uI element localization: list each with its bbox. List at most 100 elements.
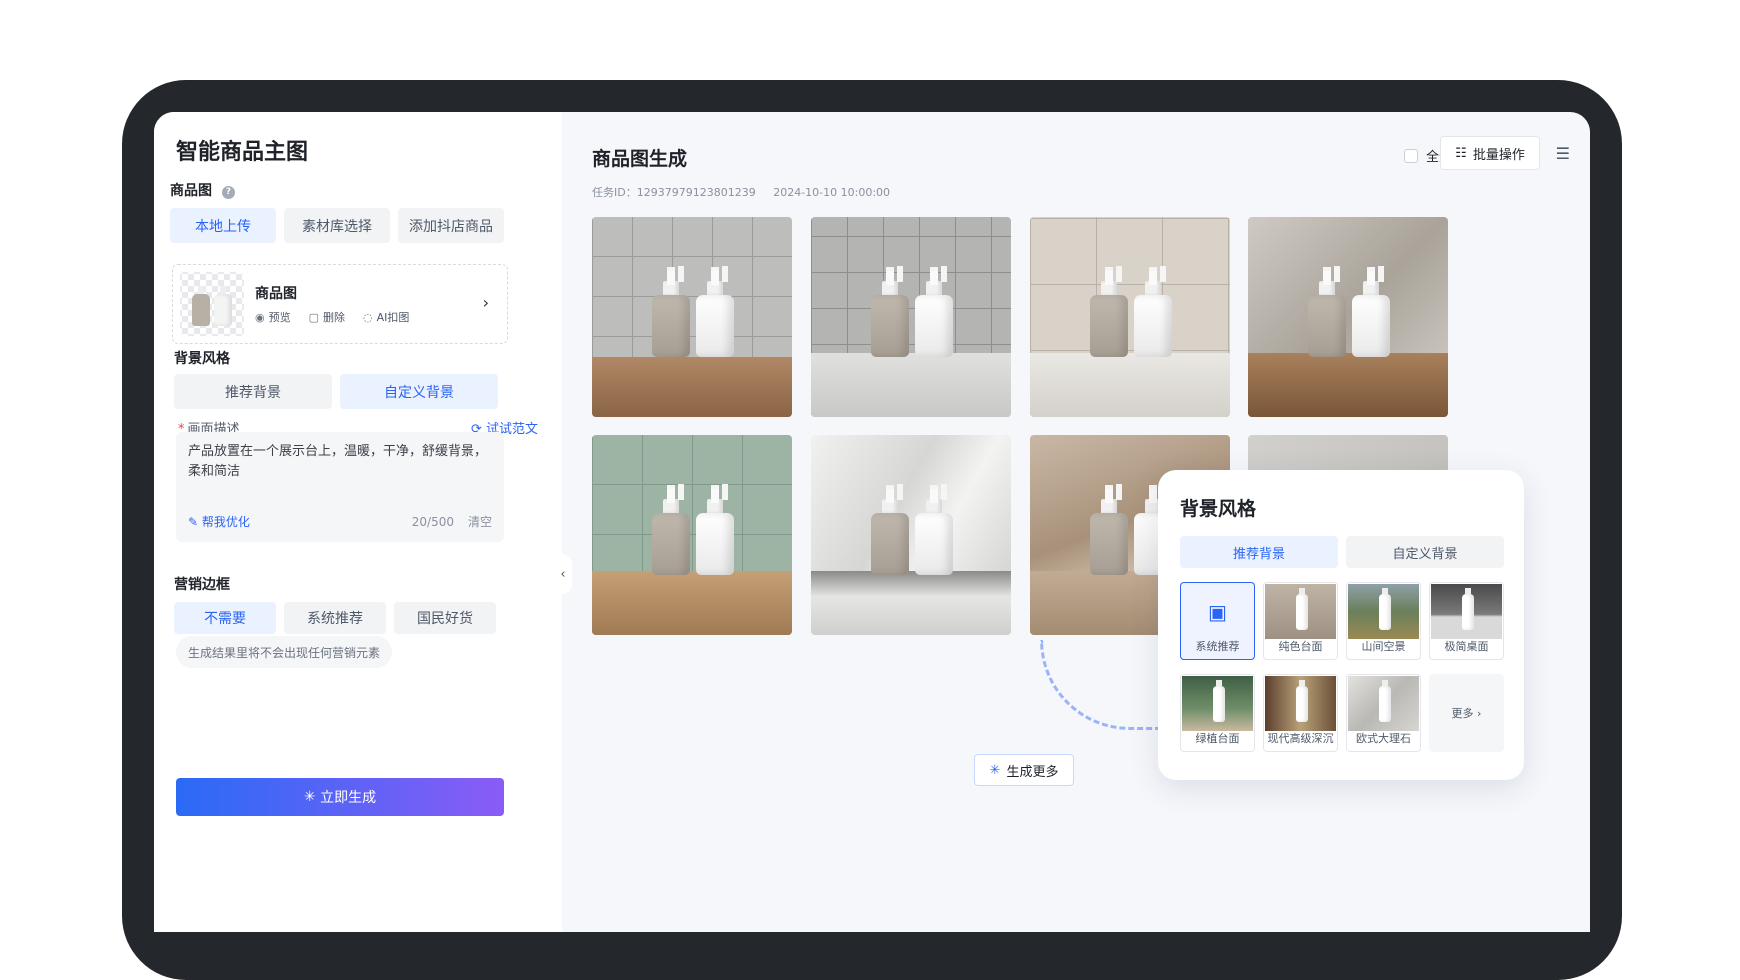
tab-recommended-bg[interactable]: 推荐背景 (174, 374, 332, 409)
bottle-white (696, 485, 734, 575)
sparkle-icon: ✳ (303, 789, 316, 805)
tab-local-upload[interactable]: 本地上传 (170, 208, 276, 243)
bottle-white (1134, 267, 1172, 357)
tile-counter (1248, 353, 1448, 417)
app-title: 智能商品主图 (176, 140, 309, 165)
delete-action[interactable]: ▢ 删除 (309, 309, 345, 325)
style-thumb (1348, 584, 1419, 639)
thumb-bottle (1296, 680, 1308, 722)
popup-tabs: 推荐背景 自定义背景 (1180, 536, 1504, 568)
result-image-5[interactable] (592, 435, 792, 635)
bottle-stone (1090, 267, 1128, 357)
tab-material-library[interactable]: 素材库选择 (284, 208, 390, 243)
left-panel: 智能商品主图 商品图? 本地上传 素材库选择 添加抖店商品 商品图 ◉ 预览 ▢ 删… (154, 112, 562, 932)
chevron-right-icon[interactable]: › (483, 293, 489, 312)
bottle-stone (871, 267, 909, 357)
ai-cutout-action[interactable]: ◌ AI扣图 (363, 309, 409, 325)
filter-icon[interactable]: ☰ (1556, 144, 1570, 163)
batch-operation-button[interactable]: ☷ 批量操作 (1440, 136, 1540, 170)
magic-wand-icon: ✎ (188, 515, 202, 529)
style-system-recommend[interactable]: ▣ 系统推荐 (1180, 582, 1255, 660)
result-image-3[interactable] (1030, 217, 1230, 417)
style-minimal-desk[interactable]: 极简桌面 (1429, 582, 1504, 660)
ai-image-icon: ▣ (1208, 599, 1227, 624)
list-icon: ☷ (1455, 145, 1467, 161)
popup-tab-recommended[interactable]: 推荐背景 (1180, 536, 1338, 568)
page-title: 商品图生成 (592, 148, 688, 170)
optimize-label: 帮我优化 (201, 515, 250, 529)
thumb-bottle (1379, 680, 1391, 722)
generate-more-label: 生成更多 (1006, 764, 1059, 780)
textarea-footer: ✎ 帮我优化 20/500 清空 (188, 512, 492, 532)
batch-operation-label: 批量操作 (1472, 147, 1525, 163)
description-textarea[interactable]: 产品放置在一个展示台上，温暖，干净，舒缓背景，柔和简洁 ✎ 帮我优化 20/50… (176, 432, 504, 542)
tab-national-goods[interactable]: 国民好货 (394, 602, 496, 634)
preview-label: 预览 (268, 311, 291, 324)
popup-title: 背景风格 (1180, 498, 1257, 520)
result-image-4[interactable] (1248, 217, 1448, 417)
style-mountain[interactable]: 山间空景 (1346, 582, 1421, 660)
bottle-white (915, 267, 953, 357)
tab-no-frame[interactable]: 不需要 (174, 602, 276, 634)
clear-button[interactable]: 清空 (468, 512, 492, 532)
style-modern-dark[interactable]: 现代高级深沉 (1263, 674, 1338, 752)
thumb-bottle (1213, 680, 1225, 722)
bottle-stone (652, 485, 690, 575)
eye-icon: ◉ (255, 311, 265, 324)
bottle-stone (1090, 485, 1128, 575)
trash-icon: ▢ (308, 311, 320, 324)
upload-card-actions: ◉ 预览 ▢ 删除 ◌ AI扣图 (255, 309, 409, 325)
bottle-white (696, 267, 734, 357)
tab-custom-bg[interactable]: 自定义背景 (340, 374, 498, 409)
optimize-button[interactable]: ✎ 帮我优化 (188, 512, 250, 532)
tab-system-recommend[interactable]: 系统推荐 (284, 602, 386, 634)
style-label: 山间空景 (1361, 640, 1406, 653)
result-image-6[interactable] (811, 435, 1011, 635)
style-label: 纯色台面 (1278, 640, 1323, 653)
tile-counter (1030, 353, 1230, 417)
style-label: 极简桌面 (1444, 640, 1489, 653)
product-section-label: 商品图 (170, 183, 212, 199)
more-label: 更多 (1451, 707, 1474, 720)
thumb-bottle (1379, 588, 1391, 630)
tile-counter (592, 357, 792, 417)
thumb-bottle-left (192, 286, 210, 326)
popup-tab-custom[interactable]: 自定义背景 (1346, 536, 1504, 568)
bottle-stone (871, 485, 909, 575)
description-text: 产品放置在一个展示台上，温暖，干净，舒缓背景，柔和简洁 (188, 444, 488, 479)
bg-section-title: 背景风格 (174, 351, 230, 367)
generate-more-button[interactable]: ✳ 生成更多 (974, 754, 1074, 786)
result-image-2[interactable] (811, 217, 1011, 417)
bg-tabs: 推荐背景 自定义背景 (174, 374, 498, 409)
style-european-marble[interactable]: 欧式大理石 (1346, 674, 1421, 752)
style-thumb (1348, 676, 1419, 731)
style-thumb (1265, 676, 1336, 731)
marketing-tabs: 不需要 系统推荐 国民好货 (174, 602, 496, 634)
tile-counter (811, 353, 1011, 417)
style-label: 系统推荐 (1195, 640, 1240, 653)
help-icon[interactable]: ? (222, 186, 235, 199)
style-label: 欧式大理石 (1356, 732, 1411, 745)
ai-cutout-label: AI扣图 (376, 311, 410, 324)
checkbox-icon (1403, 148, 1418, 163)
task-meta: 任务ID：12937979123801239 2024-10-10 10:00:… (592, 184, 904, 200)
tab-add-store-product[interactable]: 添加抖店商品 (398, 208, 504, 243)
cutout-icon: ◌ (363, 311, 373, 324)
style-more-button[interactable]: 更多 › (1429, 674, 1504, 752)
bottle-stone (1308, 267, 1346, 357)
style-solid-counter[interactable]: 纯色台面 (1263, 582, 1338, 660)
result-image-1[interactable] (592, 217, 792, 417)
bottle-white (1352, 267, 1390, 357)
sparkle-icon: ✳ (989, 762, 1001, 778)
style-label: 现代高级深沉 (1267, 732, 1334, 745)
style-green-plants[interactable]: 绿植台面 (1180, 674, 1255, 752)
uploaded-product-card[interactable]: 商品图 ◉ 预览 ▢ 删除 ◌ AI扣图 › (172, 264, 508, 344)
chevron-right-icon: › (1477, 707, 1482, 720)
delete-label: 删除 (323, 311, 346, 324)
marketing-hint: 生成结果里将不会出现任何营销元素 (176, 636, 393, 668)
bottle-white (915, 485, 953, 575)
preview-action[interactable]: ◉ 预览 (255, 309, 291, 325)
upload-card-title: 商品图 (255, 286, 297, 302)
style-thumb (1431, 584, 1502, 639)
generate-now-button[interactable]: ✳ 立即生成 (176, 778, 504, 816)
